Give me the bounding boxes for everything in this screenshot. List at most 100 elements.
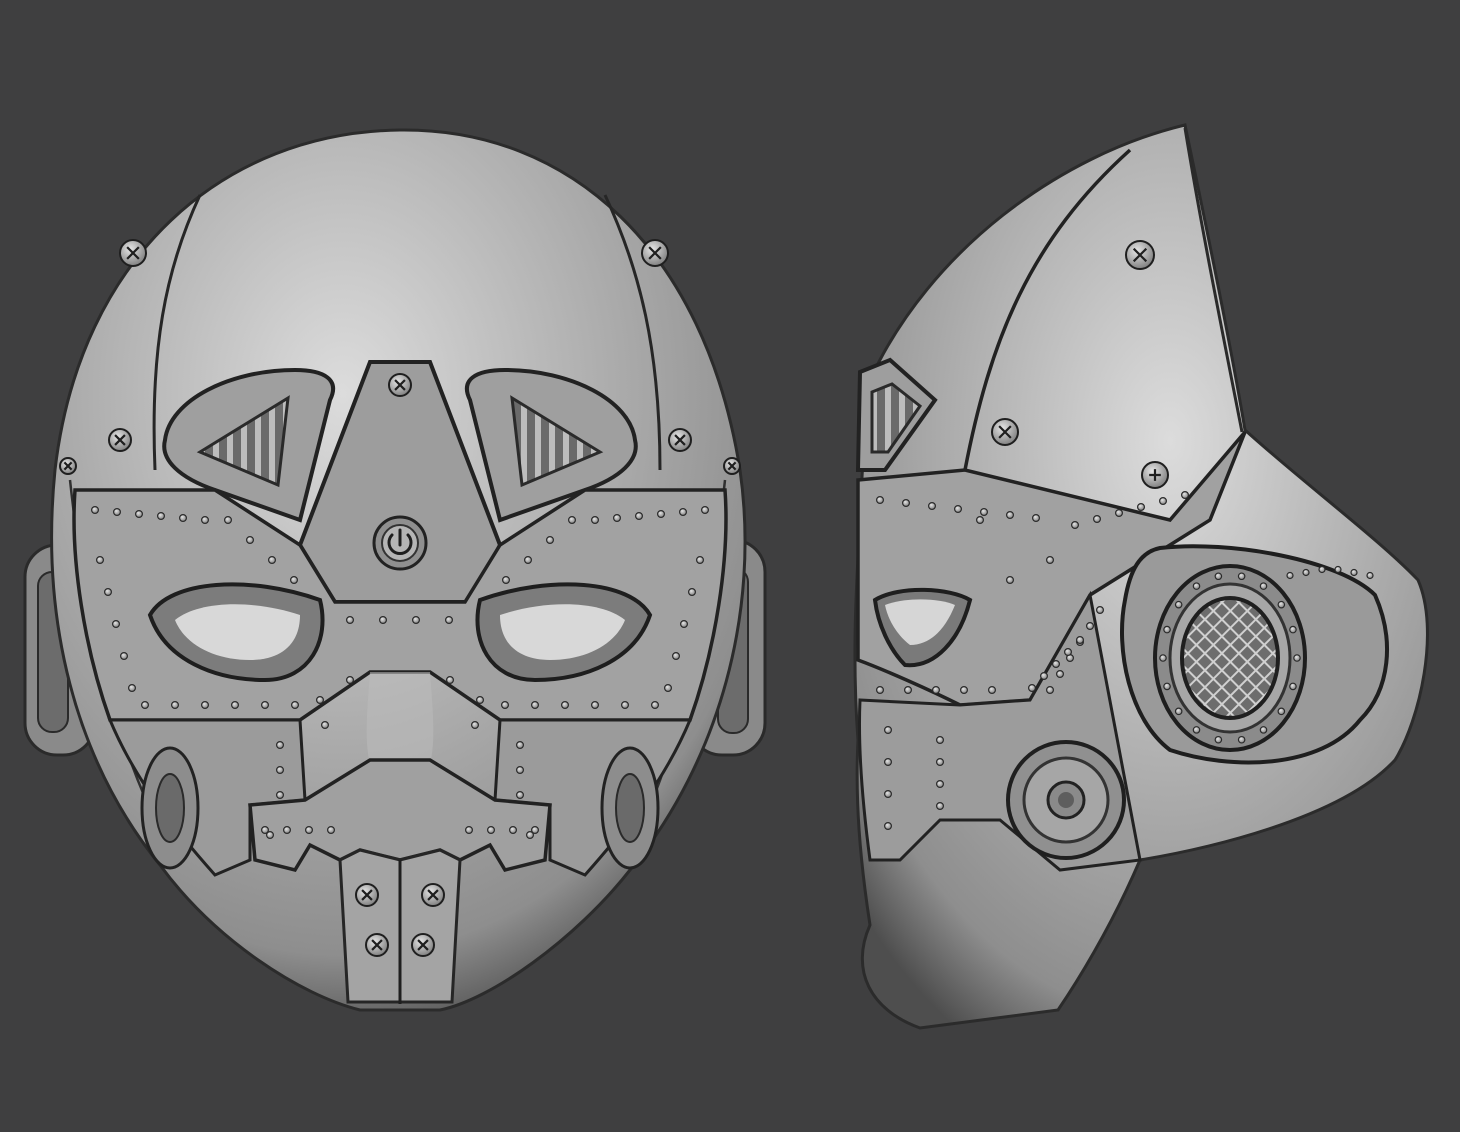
cheek-speaker-right xyxy=(600,746,660,870)
rivet-icon xyxy=(1192,582,1201,590)
rivet-icon xyxy=(179,513,188,522)
rivet-icon xyxy=(502,575,511,584)
rivet-icon xyxy=(515,740,524,749)
rivet-icon xyxy=(291,700,300,709)
screw-icon xyxy=(355,883,379,907)
rivet-icon xyxy=(530,700,539,709)
screw-icon xyxy=(421,883,445,907)
rivet-icon xyxy=(1293,654,1301,662)
rivet-icon xyxy=(1259,582,1268,590)
rivet-icon xyxy=(1163,625,1171,634)
rivet-icon xyxy=(128,683,137,692)
rivet-icon xyxy=(1174,600,1183,609)
power-icon xyxy=(372,515,428,571)
rivet-icon xyxy=(1045,555,1054,564)
rivet-icon xyxy=(346,675,355,684)
screw-icon xyxy=(668,428,692,452)
rivet-icon xyxy=(276,790,285,799)
rivet-icon xyxy=(224,515,233,524)
rivet-icon xyxy=(515,790,524,799)
rivet-icon xyxy=(1214,735,1223,744)
rivet-icon xyxy=(525,830,534,839)
rivet-icon xyxy=(1045,685,1054,694)
rivet-icon xyxy=(1289,625,1297,634)
rivet-icon xyxy=(90,506,99,515)
sculpt-render xyxy=(0,0,1460,1132)
rivet-icon xyxy=(1027,683,1036,692)
rivet-icon xyxy=(1277,707,1286,716)
rivet-icon xyxy=(261,700,270,709)
rivet-icon xyxy=(290,575,299,584)
rivet-icon xyxy=(687,587,696,596)
rivet-icon xyxy=(663,683,672,692)
rivet-icon xyxy=(1163,682,1171,691)
rivet-icon xyxy=(276,740,285,749)
screw-icon xyxy=(119,239,147,267)
rivet-icon xyxy=(327,825,336,834)
rivet-icon xyxy=(523,555,532,564)
rivet-icon xyxy=(883,757,892,766)
rivet-icon xyxy=(1192,726,1201,734)
rivet-icon xyxy=(1302,568,1310,577)
rivet-icon xyxy=(1075,635,1084,644)
cheek-speaker-left xyxy=(140,746,200,870)
rivet-icon xyxy=(959,685,968,694)
rivet-icon xyxy=(1092,514,1101,523)
rivet-icon xyxy=(695,555,704,564)
rivet-icon xyxy=(246,535,255,544)
rivet-icon xyxy=(612,513,621,522)
rivet-icon xyxy=(346,615,355,624)
rivet-icon xyxy=(590,700,599,709)
rivet-icon xyxy=(276,765,285,774)
rivet-icon xyxy=(321,720,330,729)
rivet-icon xyxy=(1005,511,1014,520)
rivet-icon xyxy=(671,651,680,660)
rivet-icon xyxy=(266,830,275,839)
rivet-icon xyxy=(560,700,569,709)
screw-icon xyxy=(641,239,669,267)
rivet-icon xyxy=(112,508,121,517)
rivet-icon xyxy=(1259,726,1268,734)
rivet-icon xyxy=(1158,497,1167,506)
rivet-icon xyxy=(487,825,496,834)
rivet-icon xyxy=(201,515,210,524)
rivet-icon xyxy=(1180,491,1189,500)
rivet-icon xyxy=(445,615,454,624)
rivet-icon xyxy=(95,555,104,564)
rivet-icon xyxy=(1005,575,1014,584)
screw-icon xyxy=(1141,461,1169,489)
rivet-icon xyxy=(975,515,984,524)
rivet-icon xyxy=(157,511,166,520)
rivet-icon xyxy=(1063,647,1072,656)
rivet-icon xyxy=(171,700,180,709)
rivet-icon xyxy=(935,801,944,810)
rivet-icon xyxy=(476,695,485,704)
rivet-icon xyxy=(875,496,884,505)
rivet-icon xyxy=(1237,735,1246,744)
rivet-icon xyxy=(927,502,936,511)
rivet-icon xyxy=(901,499,910,508)
rivet-icon xyxy=(412,615,421,624)
rivet-icon xyxy=(1051,659,1060,668)
rivet-icon xyxy=(1334,565,1342,574)
rivet-icon xyxy=(979,508,988,517)
rivet-icon xyxy=(316,695,325,704)
rivet-icon xyxy=(305,825,314,834)
rivet-icon xyxy=(620,700,629,709)
rivet-icon xyxy=(283,825,292,834)
screw-icon xyxy=(1125,240,1155,270)
rivet-icon xyxy=(567,515,576,524)
rivet-icon xyxy=(268,555,277,564)
rivet-icon xyxy=(1237,572,1246,581)
rivet-icon xyxy=(1136,503,1145,512)
rivet-icon xyxy=(1031,513,1040,522)
rivet-icon xyxy=(931,685,940,694)
rivet-icon xyxy=(1095,605,1104,614)
rivet-icon xyxy=(875,685,884,694)
rivet-icon xyxy=(678,508,687,517)
rivet-icon xyxy=(141,700,150,709)
screw-icon xyxy=(365,933,389,957)
screw-icon xyxy=(388,373,412,397)
breather-filter xyxy=(1120,544,1389,765)
rivet-icon xyxy=(1070,520,1079,529)
